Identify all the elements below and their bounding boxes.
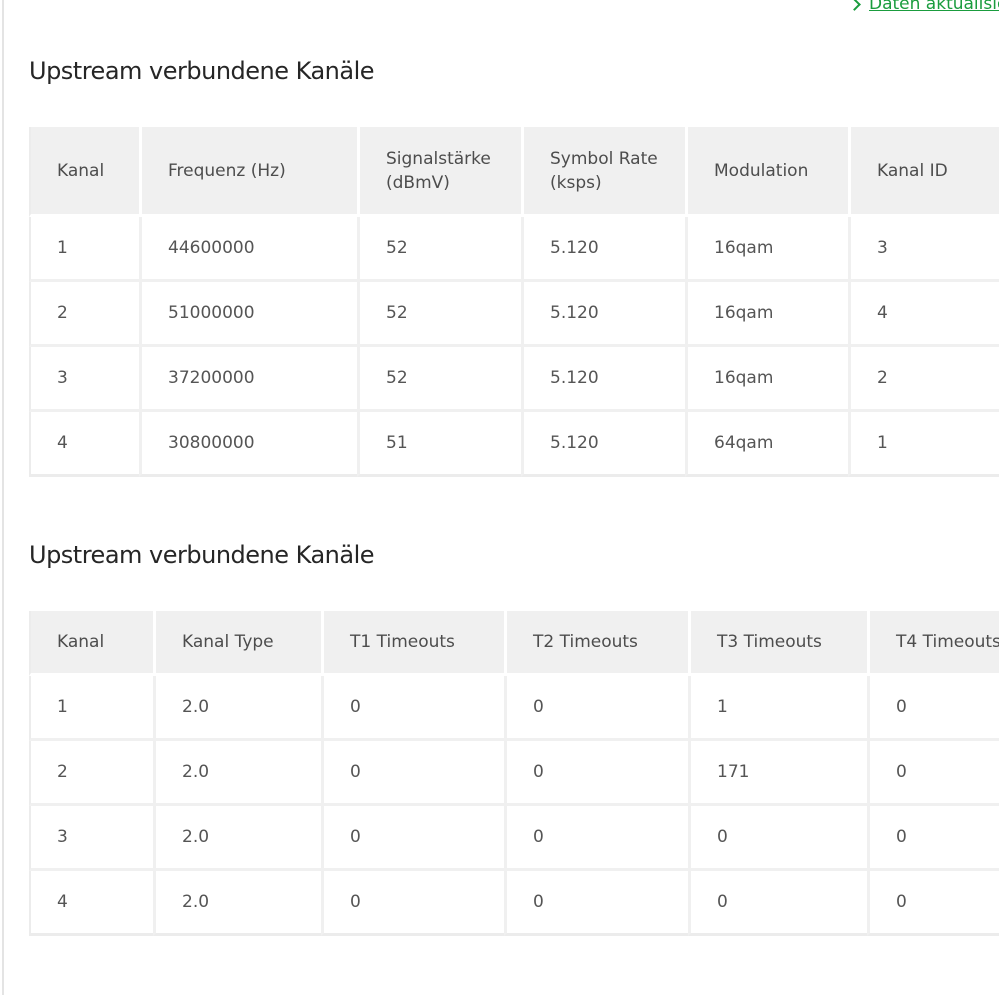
table-row: 2 51000000 52 5.120 16qam 4 (29, 282, 999, 347)
column-header: Kanal (29, 127, 139, 217)
table-cell: 1 (848, 412, 999, 477)
table-cell: 2.0 (153, 871, 321, 936)
table-cell: 0 (688, 806, 867, 871)
table-cell: 0 (321, 676, 504, 741)
table-cell: 5.120 (521, 412, 685, 477)
table-cell: 0 (867, 806, 999, 871)
table-row: 1 2.0 0 0 1 0 (29, 676, 999, 741)
table-cell: 52 (357, 282, 521, 347)
table-header-row: Kanal Frequenz (Hz) Signalstärke (dBmV) … (29, 127, 999, 217)
chevron-right-icon (848, 0, 861, 11)
column-header: Symbol Rate (ksps) (521, 127, 685, 217)
table-cell: 2.0 (153, 806, 321, 871)
table-cell: 4 (29, 412, 139, 477)
table-cell: 0 (321, 741, 504, 806)
upstream-timeouts-table: Kanal Kanal Type T1 Timeouts T2 Timeouts… (29, 611, 999, 936)
table-cell: 2.0 (153, 676, 321, 741)
column-header: T2 Timeouts (504, 611, 688, 676)
table-cell: 1 (688, 676, 867, 741)
table-cell: 1 (29, 217, 139, 282)
table-cell: 0 (504, 806, 688, 871)
table-row: 4 2.0 0 0 0 0 (29, 871, 999, 936)
column-header: Signalstärke (dBmV) (357, 127, 521, 217)
column-header: T3 Timeouts (688, 611, 867, 676)
table-row: 2 2.0 0 0 171 0 (29, 741, 999, 806)
table-cell: 16qam (685, 217, 848, 282)
table-cell: 0 (321, 806, 504, 871)
table-cell: 51 (357, 412, 521, 477)
table-cell: 44600000 (139, 217, 357, 282)
table-cell: 52 (357, 347, 521, 412)
table-cell: 5.120 (521, 347, 685, 412)
column-header: Modulation (685, 127, 848, 217)
table-cell: 30800000 (139, 412, 357, 477)
table-row: 4 30800000 51 5.120 64qam 1 (29, 412, 999, 477)
table-cell: 3 (29, 347, 139, 412)
table-cell: 2 (848, 347, 999, 412)
table-cell: 52 (357, 217, 521, 282)
table-cell: 16qam (685, 347, 848, 412)
table-row: 3 37200000 52 5.120 16qam 2 (29, 347, 999, 412)
table-cell: 64qam (685, 412, 848, 477)
table-header-row: Kanal Kanal Type T1 Timeouts T2 Timeouts… (29, 611, 999, 676)
table-row: 3 2.0 0 0 0 0 (29, 806, 999, 871)
refresh-data-label: Daten aktualisieren (869, 0, 999, 14)
column-header: Frequenz (Hz) (139, 127, 357, 217)
table-cell: 3 (848, 217, 999, 282)
table-row: 1 44600000 52 5.120 16qam 3 (29, 217, 999, 282)
table-cell: 37200000 (139, 347, 357, 412)
table-cell: 0 (321, 871, 504, 936)
column-header: Kanal ID (848, 127, 999, 217)
table-cell: 2 (29, 282, 139, 347)
column-header: T1 Timeouts (321, 611, 504, 676)
table-cell: 4 (848, 282, 999, 347)
table-cell: 0 (867, 871, 999, 936)
upstream-timeouts-title: Upstream verbundene Kanäle (29, 541, 375, 569)
table-cell: 5.120 (521, 282, 685, 347)
table-cell: 171 (688, 741, 867, 806)
table-cell: 3 (29, 806, 153, 871)
table-cell: 1 (29, 676, 153, 741)
upstream-channels-title: Upstream verbundene Kanäle (29, 57, 375, 85)
table-cell: 2 (29, 741, 153, 806)
table-cell: 0 (504, 871, 688, 936)
table-cell: 51000000 (139, 282, 357, 347)
upstream-channels-table: Kanal Frequenz (Hz) Signalstärke (dBmV) … (29, 127, 999, 477)
column-header: T4 Timeouts (867, 611, 999, 676)
column-header: Kanal Type (153, 611, 321, 676)
table-cell: 0 (504, 676, 688, 741)
page-left-border (2, 0, 4, 995)
table-cell: 2.0 (153, 741, 321, 806)
table-cell: 0 (688, 871, 867, 936)
refresh-data-link[interactable]: Daten aktualisieren (848, 0, 999, 14)
table-cell: 0 (504, 741, 688, 806)
table-cell: 16qam (685, 282, 848, 347)
table-cell: 5.120 (521, 217, 685, 282)
column-header: Kanal (29, 611, 153, 676)
table-cell: 4 (29, 871, 153, 936)
table-cell: 0 (867, 676, 999, 741)
table-cell: 0 (867, 741, 999, 806)
